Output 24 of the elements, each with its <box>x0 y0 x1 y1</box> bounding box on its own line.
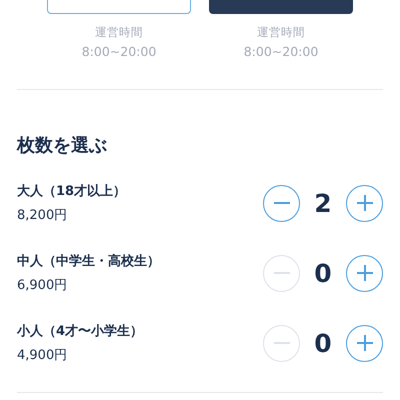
ticket-price: 6,900円 <box>17 277 68 294</box>
ticket-type-label: 小人（4才〜小学生） <box>17 323 144 340</box>
minus-icon <box>274 202 290 204</box>
plus-icon <box>354 333 374 353</box>
hours-text: 8:00~20:00 <box>244 44 318 59</box>
hours-text: 8:00~20:00 <box>82 44 156 59</box>
minus-icon <box>274 272 290 274</box>
minus-icon <box>274 342 290 344</box>
increase-button[interactable] <box>346 254 383 292</box>
ticket-type-label: 中人（中学生・高校生） <box>17 252 160 270</box>
plus-icon <box>354 263 374 283</box>
increase-button[interactable] <box>346 184 383 222</box>
hours-label: 運営時間 <box>95 25 143 40</box>
ticket-price: 8,200円 <box>17 207 68 224</box>
plus-icon <box>354 193 374 213</box>
ticket-count: 2 <box>313 188 333 218</box>
increase-button[interactable] <box>346 324 383 362</box>
decrease-button[interactable] <box>263 184 300 222</box>
hours-label: 運営時間 <box>257 25 305 40</box>
section-heading: 枚数を選ぶ <box>17 134 108 158</box>
ticket-price: 4,900円 <box>17 347 68 364</box>
ticket-type-label: 大人（18才以上） <box>17 183 126 200</box>
ticket-count: 0 <box>313 328 333 358</box>
ticket-count: 0 <box>313 258 333 288</box>
